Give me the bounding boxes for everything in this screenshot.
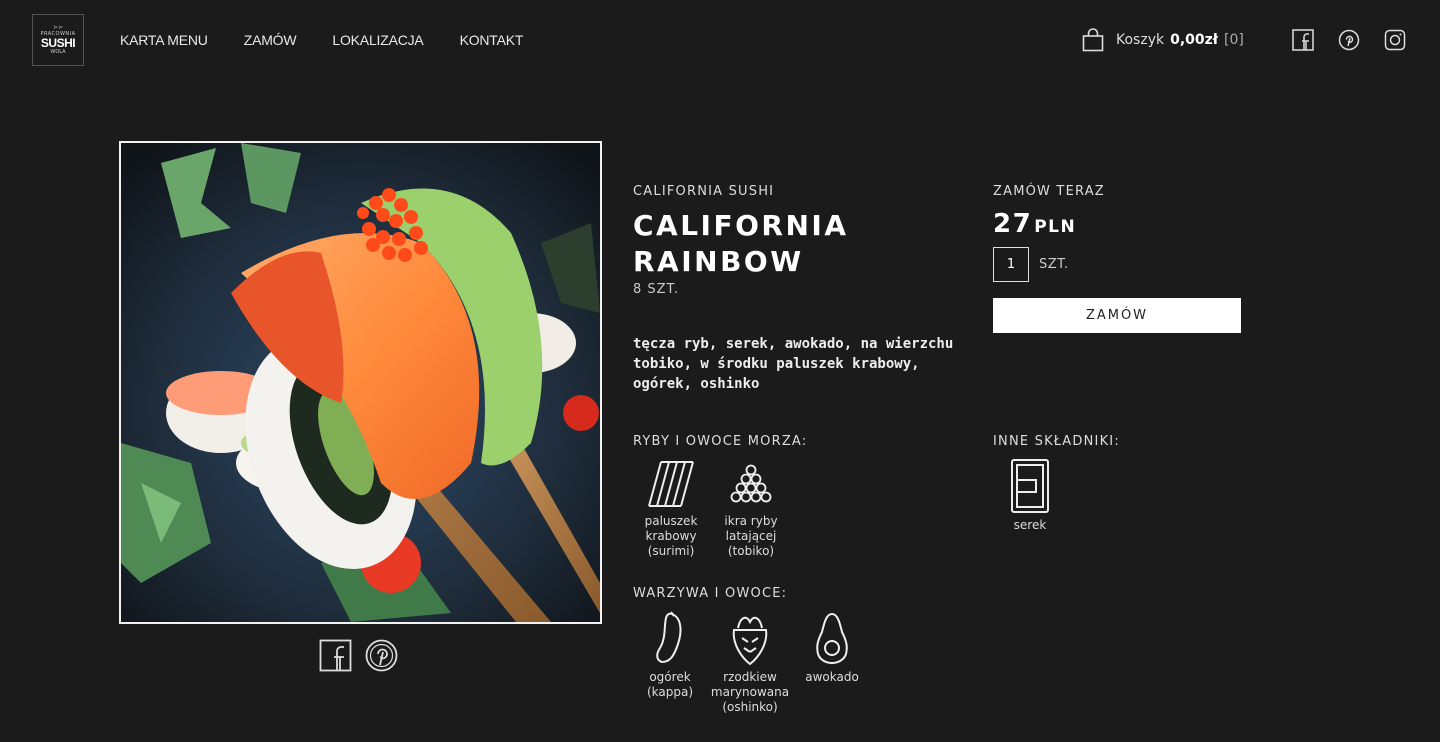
pinterest-icon[interactable] [1338, 29, 1360, 51]
logo-bottom-text: WOLA [50, 49, 66, 55]
shopping-bag-icon [1082, 28, 1104, 52]
logo-main-text: SUSHI [40, 36, 76, 50]
ingredient-avocado: awokado [787, 610, 877, 685]
pinterest-icon[interactable] [365, 639, 398, 672]
product-category: CALIFORNIA SUSHI [633, 184, 775, 199]
price-currency: PLN [1034, 217, 1077, 237]
facebook-icon[interactable] [1292, 29, 1314, 51]
crab-stick-icon [648, 461, 694, 507]
product-title: CALIFORNIA RAINBOW [633, 209, 849, 278]
main-nav: KARTA MENU ZAMÓW LOKALIZACJA KONTAKT [120, 32, 559, 48]
ingredient-fish-roe: ikra ryby latającej (tobiko) [706, 458, 796, 559]
cart-count: [0] [1223, 32, 1244, 48]
ingredient-cheese: serek [985, 458, 1075, 533]
quantity-input[interactable] [993, 247, 1029, 282]
cucumber-icon [656, 611, 682, 664]
share-links [319, 639, 398, 672]
ingredient-radish: rzodkiew marynowana (oshinko) [705, 610, 795, 715]
facebook-icon[interactable] [319, 639, 352, 672]
product-description: tęcza ryb, serek, awokado, na wierzchu t… [633, 336, 954, 392]
nav-item-order[interactable]: ZAMÓW [244, 32, 297, 48]
cart-label: Koszyk [1116, 32, 1165, 48]
ingredient-crab-stick: paluszek krabowy (surimi) [626, 458, 716, 559]
nav-item-menu[interactable]: KARTA MENU [120, 32, 208, 48]
avocado-icon [816, 612, 848, 665]
instagram-icon[interactable] [1384, 29, 1406, 51]
veggies-section-label: WARZYWA I OWOCE: [633, 586, 788, 601]
radish-icon [732, 616, 768, 666]
ingredient-label: serek [1013, 518, 1047, 532]
ingredient-label: rzodkiew marynowana (oshinko) [710, 670, 790, 714]
nav-item-location[interactable]: LOKALIZACJA [332, 32, 423, 48]
fish-roe-icon [730, 464, 772, 503]
ingredient-label: ogórek (kappa) [646, 670, 694, 699]
cart-link[interactable]: Koszyk 0,00zł [0] [1082, 28, 1244, 52]
order-now-label: ZAMÓW TERAZ [993, 184, 1105, 199]
site-logo[interactable]: ⋗⋗ PRACOWNIA SUSHI WOLA [32, 14, 84, 66]
ingredient-label: ikra ryby latającej (tobiko) [724, 514, 778, 558]
cart-amount: 0,00zł [1170, 32, 1218, 48]
ingredient-label: paluszek krabowy (surimi) [644, 514, 698, 558]
product-price: 27 PLN [993, 209, 1076, 239]
other-section-label: INNE SKŁADNIKI: [993, 434, 1120, 449]
product-photo [119, 141, 602, 624]
product-pieces: 8 SZT. [633, 282, 680, 297]
nav-item-contact[interactable]: KONTAKT [460, 32, 524, 48]
site-header: ⋗⋗ PRACOWNIA SUSHI WOLA KARTA MENU ZAMÓW… [0, 0, 1440, 82]
ingredient-label: awokado [805, 670, 859, 684]
cheese-icon [1011, 459, 1049, 513]
quantity-unit: SZT. [1039, 257, 1069, 272]
seafood-section-label: RYBY I OWOCE MORZA: [633, 434, 808, 449]
price-value: 27 [993, 209, 1033, 239]
ingredient-cucumber: ogórek (kappa) [625, 610, 715, 700]
order-button[interactable]: ZAMÓW [993, 298, 1241, 333]
